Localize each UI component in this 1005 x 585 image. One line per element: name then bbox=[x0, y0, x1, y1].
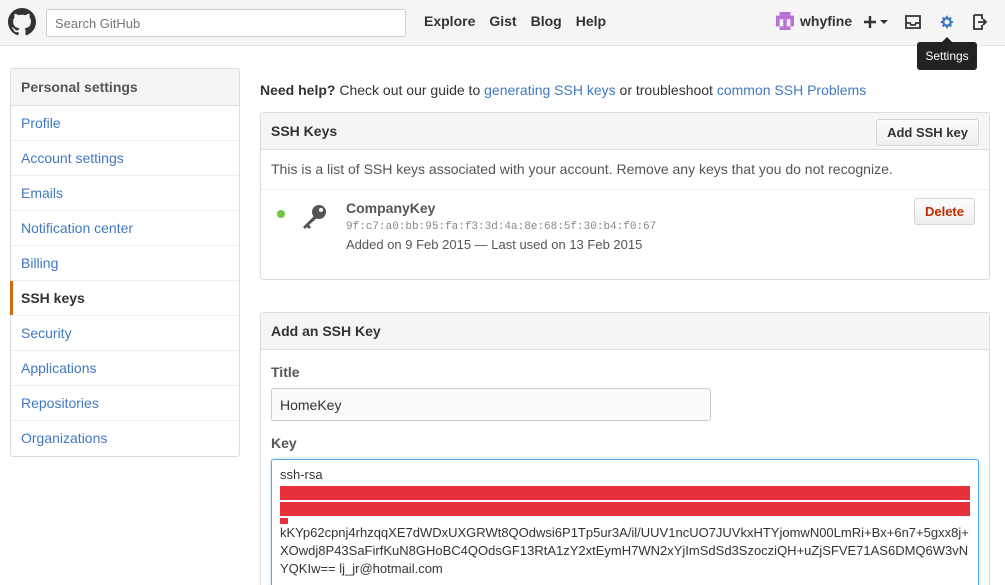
sidebar-heading: Personal settings bbox=[11, 69, 239, 106]
inbox-icon[interactable] bbox=[903, 12, 923, 32]
key-prefix: ssh-rsa bbox=[280, 467, 323, 482]
nav-blog[interactable]: Blog bbox=[531, 13, 562, 29]
sidebar-item-profile[interactable]: Profile bbox=[11, 106, 239, 141]
key-text-line: XOwdj8P43SaFirfKuN8GHoBC4QOdsGF13RtA1zY2… bbox=[280, 543, 969, 558]
sidebar-item-security[interactable]: Security bbox=[11, 316, 239, 351]
main-nav: Explore Gist Blog Help bbox=[424, 13, 606, 29]
key-title-field[interactable] bbox=[271, 388, 711, 421]
redaction-bar bbox=[280, 502, 970, 516]
create-new-icon[interactable] bbox=[864, 12, 890, 32]
sidebar-item-applications[interactable]: Applications bbox=[11, 351, 239, 386]
key-text-line: YQKIw== lj_jr@hotmail.com bbox=[280, 561, 443, 576]
help-text: Need help? Check out our guide to genera… bbox=[260, 82, 866, 98]
key-status-dot bbox=[277, 210, 285, 218]
generating-ssh-keys-link[interactable]: generating SSH keys bbox=[484, 82, 616, 98]
key-text-line: kKYp62cpnj4rhzqqXE7dWDxUXGRWt8QOdwsi6P1T… bbox=[280, 525, 969, 540]
key-icon bbox=[303, 205, 326, 229]
redaction-bar bbox=[280, 486, 970, 500]
search-input[interactable] bbox=[46, 9, 406, 37]
add-ssh-key-box: Add an SSH Key Title Key ssh-rsa kKYp62c… bbox=[260, 312, 990, 585]
top-header: Explore Gist Blog Help whyfine bbox=[0, 0, 1005, 46]
ssh-key-row: CompanyKey 9f:c7:a0:bb:95:fa:f3:3d:4a:8e… bbox=[261, 190, 989, 260]
ssh-keys-header: SSH Keys Add SSH key bbox=[261, 113, 989, 150]
sidebar-item-repositories[interactable]: Repositories bbox=[11, 386, 239, 421]
user-menu[interactable]: whyfine bbox=[776, 12, 852, 30]
sidebar-item-emails[interactable]: Emails bbox=[11, 176, 239, 211]
nav-explore[interactable]: Explore bbox=[424, 13, 475, 29]
sidebar-item-account-settings[interactable]: Account settings bbox=[11, 141, 239, 176]
username[interactable]: whyfine bbox=[800, 13, 852, 29]
key-textarea[interactable]: ssh-rsa kKYp62cpnj4rhzqqXE7dWDxUXGRWt8QO… bbox=[271, 459, 979, 585]
key-label: Key bbox=[271, 435, 297, 451]
key-fingerprint: 9f:c7:a0:bb:95:fa:f3:3d:4a:8e:68:5f:30:b… bbox=[346, 221, 657, 233]
settings-tooltip: Settings bbox=[917, 37, 977, 70]
help-bold: Need help? bbox=[260, 82, 336, 98]
delete-key-button[interactable]: Delete bbox=[913, 198, 975, 225]
add-ssh-key-header: Add an SSH Key bbox=[261, 313, 989, 350]
key-added-info: Added on 9 Feb 2015 — Last used on 13 Fe… bbox=[346, 237, 643, 252]
settings-sidebar: Personal settings Profile Account settin… bbox=[10, 68, 240, 457]
common-ssh-problems-link[interactable]: common SSH Problems bbox=[717, 82, 866, 98]
nav-gist[interactable]: Gist bbox=[489, 13, 516, 29]
help-text-2: or troubleshoot bbox=[615, 82, 717, 98]
sign-out-icon[interactable] bbox=[970, 12, 990, 32]
add-ssh-key-form: Title Key ssh-rsa kKYp62cpnj4rhzqqXE7dWD… bbox=[261, 350, 989, 585]
title-label: Title bbox=[271, 364, 300, 380]
ssh-keys-title: SSH Keys bbox=[271, 123, 338, 139]
sidebar-item-notification-center[interactable]: Notification center bbox=[11, 211, 239, 246]
sidebar-item-organizations[interactable]: Organizations bbox=[11, 421, 239, 456]
settings-gear-icon[interactable] bbox=[937, 12, 957, 32]
sidebar-item-ssh-keys[interactable]: SSH keys bbox=[10, 281, 239, 316]
ssh-keys-description: This is a list of SSH keys associated wi… bbox=[261, 150, 989, 190]
nav-help[interactable]: Help bbox=[576, 13, 606, 29]
avatar[interactable] bbox=[776, 12, 794, 30]
add-ssh-key-button[interactable]: Add SSH key bbox=[876, 119, 979, 146]
github-logo-icon[interactable] bbox=[8, 8, 36, 36]
key-name: CompanyKey bbox=[346, 200, 436, 216]
help-text-1: Check out our guide to bbox=[335, 82, 485, 98]
sidebar-item-billing[interactable]: Billing bbox=[11, 246, 239, 281]
ssh-keys-box: SSH Keys Add SSH key This is a list of S… bbox=[260, 112, 990, 280]
